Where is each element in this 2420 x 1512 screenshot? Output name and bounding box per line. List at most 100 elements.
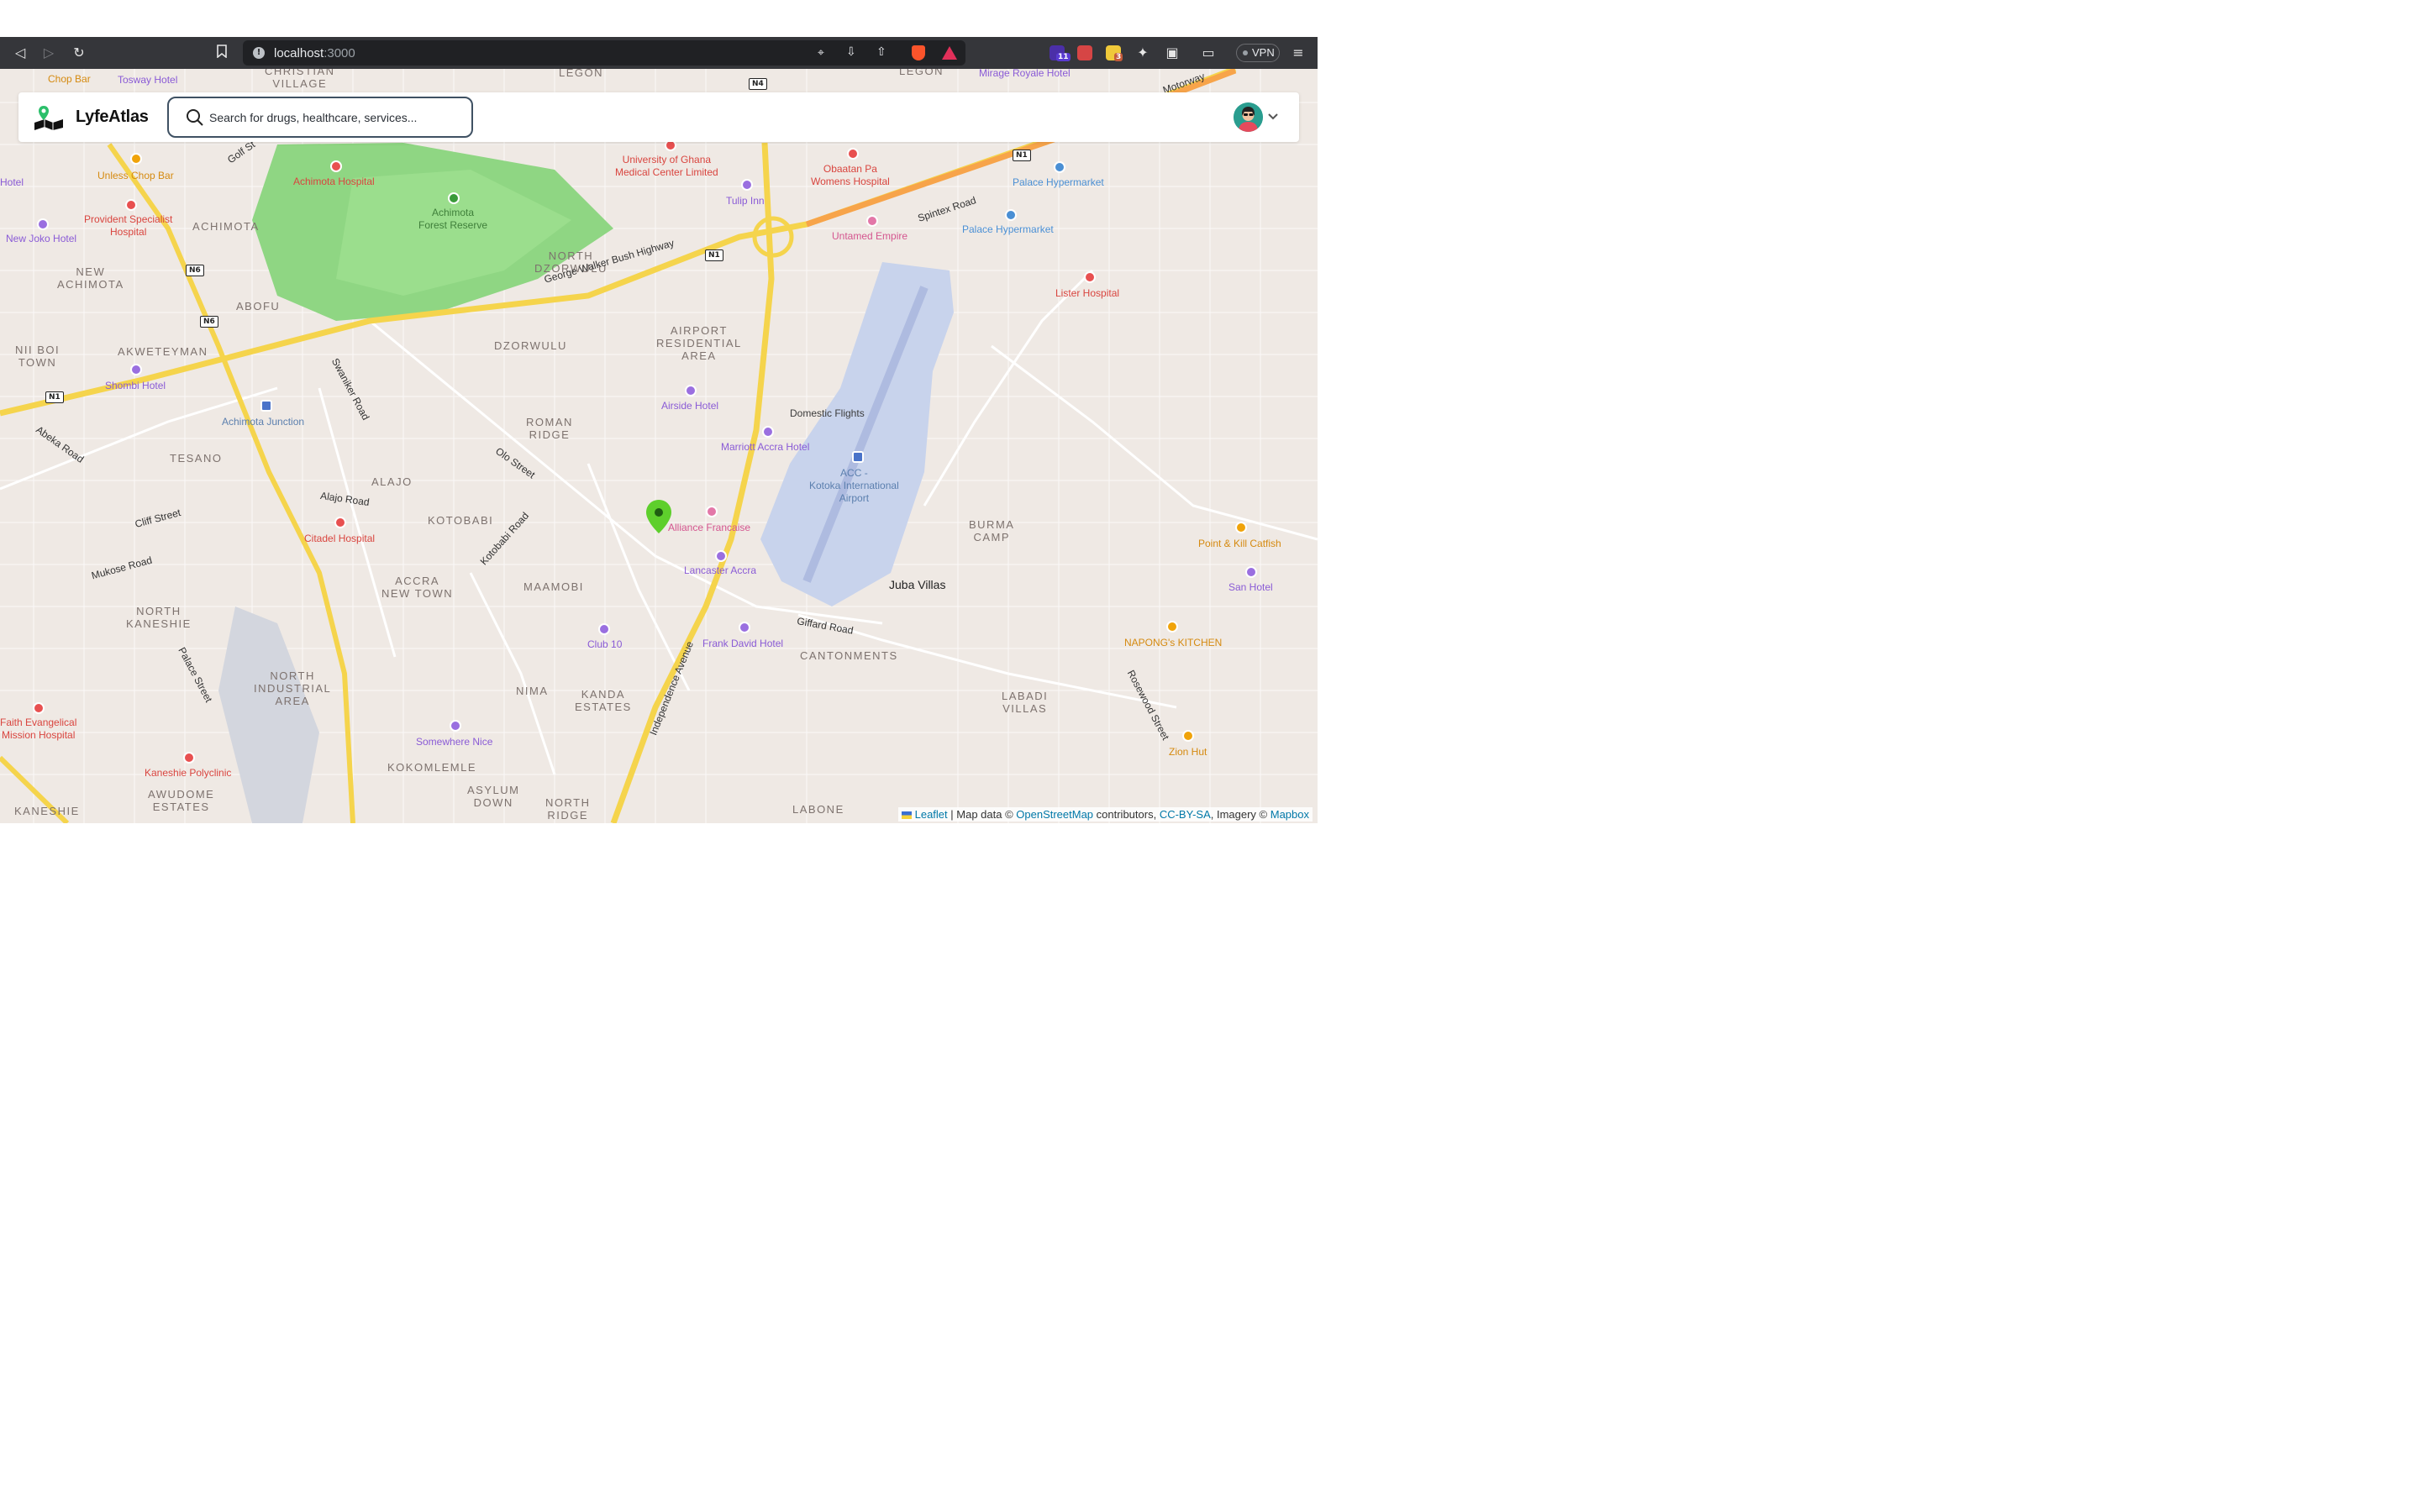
- hotel-icon[interactable]: [715, 550, 727, 562]
- park-icon[interactable]: [448, 192, 460, 204]
- road-shield: N4: [749, 78, 767, 90]
- map-label-legon: LEGON: [559, 69, 604, 79]
- url-text: localhost:3000: [274, 46, 355, 60]
- hotel-icon[interactable]: [450, 720, 461, 732]
- map-label-dzorwulu: DZORWULU: [494, 339, 567, 352]
- hospital-icon[interactable]: [334, 517, 346, 528]
- club-icon[interactable]: [598, 623, 610, 635]
- attribution-text: , Imagery ©: [1210, 808, 1270, 821]
- share-icon[interactable]: ⇧: [876, 45, 886, 59]
- map-label-tosway-hotel: Tosway Hotel: [118, 74, 178, 86]
- map-label-tesano: TESANO: [170, 452, 223, 465]
- window-top-gap: [0, 0, 1318, 37]
- extension-badge-3: 3: [1114, 53, 1123, 61]
- wallet-icon[interactable]: ▭: [1200, 45, 1217, 61]
- osm-link[interactable]: OpenStreetMap: [1016, 808, 1093, 821]
- map-label-cantonments: CANTONMENTS: [800, 649, 898, 662]
- reload-icon[interactable]: ↻: [71, 45, 87, 61]
- hotel-icon[interactable]: [762, 426, 774, 438]
- restaurant-icon[interactable]: [1166, 621, 1178, 633]
- theatre-icon[interactable]: [706, 506, 718, 517]
- hotel-icon[interactable]: [739, 622, 750, 633]
- chevron-down-icon[interactable]: [1266, 109, 1280, 127]
- hospital-icon[interactable]: [330, 160, 342, 172]
- map-label-awudome-estates: AWUDOME ESTATES: [148, 788, 215, 813]
- map-label-palace-hypermarket: Palace Hypermarket: [1013, 176, 1104, 188]
- map-label-north-industrial-area: NORTH INDUSTRIAL AREA: [254, 669, 332, 707]
- hospital-icon[interactable]: [1084, 271, 1096, 283]
- map-label-maamobi: MAAMOBI: [523, 580, 584, 593]
- map-label-nii-boi-town: NII BOI TOWN: [15, 344, 60, 369]
- hospital-icon[interactable]: [125, 199, 137, 211]
- map-label-achimota-hospital: Achimota Hospital: [293, 176, 375, 187]
- user-avatar[interactable]: [1234, 102, 1263, 132]
- back-icon[interactable]: ◁: [12, 45, 29, 61]
- extension-icon-2[interactable]: [1077, 45, 1092, 60]
- shop-icon[interactable]: [1054, 161, 1065, 173]
- hospital-icon[interactable]: [33, 702, 45, 714]
- map-label-mirage-royale: Mirage Royale Hotel: [979, 69, 1071, 79]
- hotel-icon[interactable]: [685, 385, 697, 396]
- bookmark-icon[interactable]: [213, 45, 230, 61]
- map-label-burma-camp: BURMA CAMP: [969, 518, 1015, 543]
- cc-by-sa-link[interactable]: CC-BY-SA: [1160, 808, 1211, 821]
- map-label-kokomlemle: KOKOMLEMLE: [387, 761, 477, 774]
- entertainment-icon[interactable]: [866, 215, 878, 227]
- restaurant-icon[interactable]: [1235, 522, 1247, 533]
- map-attribution: Leaflet | Map data © OpenStreetMap contr…: [897, 807, 1313, 822]
- location-icon[interactable]: ⌖: [818, 46, 824, 60]
- map-label-accra-new-town: ACCRA NEW TOWN: [381, 575, 454, 600]
- map-label-north-kaneshie: NORTH KANESHIE: [126, 605, 192, 630]
- hotel-icon[interactable]: [130, 364, 142, 375]
- map-label-marriott-accra: Marriott Accra Hotel: [721, 441, 810, 453]
- puzzle-icon[interactable]: ✦: [1134, 45, 1151, 61]
- map-label-alliance-francaise: Alliance Francaise: [668, 522, 751, 533]
- mapbox-link[interactable]: Mapbox: [1270, 808, 1309, 821]
- hotel-icon[interactable]: [741, 179, 753, 191]
- install-icon[interactable]: ⇩: [846, 45, 856, 59]
- road-shield: N6: [200, 316, 218, 328]
- hospital-icon[interactable]: [847, 148, 859, 160]
- extension-icon-1[interactable]: 11: [1050, 45, 1071, 61]
- address-bar[interactable]: ! localhost:3000 ⌖ ⇩ ⇧: [243, 40, 965, 66]
- brave-shield-icon[interactable]: [912, 45, 925, 60]
- restaurant-icon[interactable]: [1182, 730, 1194, 742]
- map-label-san-hotel: San Hotel: [1228, 581, 1273, 593]
- menu-icon[interactable]: ≡: [1290, 45, 1307, 61]
- search-box[interactable]: [167, 97, 473, 138]
- forward-icon[interactable]: ▷: [40, 45, 57, 61]
- map-label-obaatan-pa: Obaatan Pa Womens Hospital: [811, 163, 890, 187]
- vpn-button[interactable]: VPN: [1236, 44, 1280, 62]
- search-input[interactable]: [209, 108, 461, 127]
- hospital-icon[interactable]: [183, 752, 195, 764]
- map-label-nima: NIMA: [516, 685, 549, 697]
- site-info-icon[interactable]: !: [253, 47, 265, 59]
- map-label-achimota-junction: Achimota Junction: [222, 416, 305, 428]
- restaurant-icon[interactable]: [130, 153, 142, 165]
- extension-icon-3[interactable]: 3: [1106, 45, 1123, 61]
- browser-toolbar: ◁ ▷ ↻ ! localhost:3000 ⌖ ⇩ ⇧ 11 3 ✦ ▣ ▭ …: [0, 37, 1318, 69]
- url-host: localhost: [274, 46, 324, 60]
- lyfeatlas-logo-icon[interactable]: [33, 104, 65, 131]
- bus-station-icon[interactable]: [260, 400, 272, 412]
- map-label-zion-hut: Zion Hut: [1169, 746, 1207, 758]
- shop-icon[interactable]: [1005, 209, 1017, 221]
- map-label-new-achimota: NEW ACHIMOTA: [57, 265, 124, 291]
- sidebar-icon[interactable]: ▣: [1164, 45, 1181, 61]
- ukraine-flag-icon: [901, 811, 912, 819]
- app-header: LyfeAtlas: [18, 92, 1299, 142]
- map-label-shombi-hotel: Shombi Hotel: [105, 380, 166, 391]
- map[interactable]: N4 N1 N6 N6 N1 N1 Chop Bar Tosway Hotel …: [0, 69, 1318, 823]
- map-label-somewhere-nice: Somewhere Nice: [416, 736, 493, 748]
- attribution-text: contributors,: [1093, 808, 1160, 821]
- search-icon: [186, 108, 204, 131]
- leaflet-link[interactable]: Leaflet: [915, 808, 948, 821]
- map-label-kaneshie: KANESHIE: [14, 805, 80, 817]
- hotel-icon[interactable]: [1245, 566, 1257, 578]
- map-label-juba-villas: Juba Villas: [889, 578, 946, 591]
- map-label-asylum-down: ASYLUM DOWN: [467, 784, 520, 809]
- brave-rewards-icon[interactable]: [942, 46, 957, 60]
- app-name[interactable]: LyfeAtlas: [76, 108, 149, 127]
- hotel-icon[interactable]: [37, 218, 49, 230]
- airport-icon[interactable]: [852, 451, 864, 463]
